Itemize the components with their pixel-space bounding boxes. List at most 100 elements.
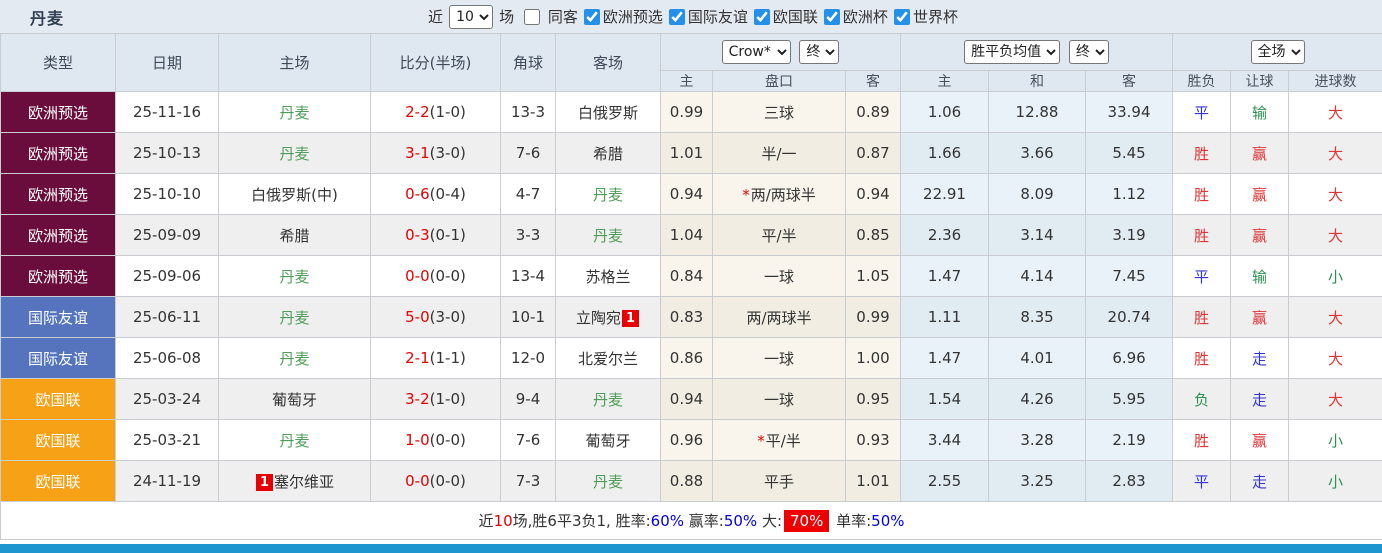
final-score: 3-2 xyxy=(405,390,430,408)
goals-cell: 大 xyxy=(1288,378,1382,420)
handicap-text: 平手 xyxy=(763,472,794,491)
away-team-cell: 苏格兰 xyxy=(555,255,661,297)
team-name: 北爱尔兰 xyxy=(577,349,638,368)
filter-checkbox[interactable] xyxy=(668,9,685,25)
odds-away-cell: 0.94 xyxy=(844,173,902,215)
handicap-result-cell: 输 xyxy=(1230,91,1290,133)
date-cell: 25-03-24 xyxy=(115,378,219,420)
filter-checkbox[interactable] xyxy=(583,9,600,25)
odds-away-cell: 1.05 xyxy=(844,255,902,297)
away-team-cell: 希腊 xyxy=(555,132,661,174)
filter-checkbox[interactable] xyxy=(893,9,910,25)
handicap-cell: 两/两球半 xyxy=(712,296,846,338)
team-name: 葡萄牙 xyxy=(271,390,317,409)
corner-cell: 13-4 xyxy=(500,255,556,297)
filter-checkbox[interactable] xyxy=(823,9,840,25)
odds-away-cell: 1.01 xyxy=(844,460,902,502)
home-team-cell: 丹麦 xyxy=(218,132,371,174)
handicap-text: 两/两球半 xyxy=(746,308,812,327)
half-score: (1-0) xyxy=(429,390,466,408)
filter-label: 世界杯 xyxy=(912,8,958,26)
handicap-cell: 一球 xyxy=(712,337,846,379)
avg-home-cell: 2.36 xyxy=(900,214,990,256)
same-venue-label: 同客 xyxy=(547,8,578,26)
sub-header-handicap: 盘口 xyxy=(712,70,846,92)
recent-label: 近 xyxy=(428,8,444,26)
result-cell: 平 xyxy=(1172,91,1232,133)
avg-time-select[interactable]: 终 xyxy=(1068,40,1109,64)
half-score: (0-0) xyxy=(429,267,466,285)
summary-segment: 70% xyxy=(784,510,830,532)
page-title: 丹麦 xyxy=(30,8,65,28)
filter-item-4[interactable]: 世界杯 xyxy=(888,8,958,26)
match-row: 欧国联 24-11-19 1 塞尔维亚 0-0(0-0) 7-3 丹麦 0.88 平手 1.01 2… xyxy=(0,460,1382,502)
type-cell: 国际友谊 xyxy=(0,337,116,379)
date-cell: 25-10-10 xyxy=(115,173,219,215)
filter-checkbox[interactable] xyxy=(753,9,770,25)
filter-item-2[interactable]: 欧国联 xyxy=(748,8,818,26)
odds-time-select[interactable]: 终 xyxy=(799,40,840,64)
competition-filters: 欧洲预选 国际友谊 欧国联 欧洲杯 世界杯 xyxy=(578,6,958,27)
away-team-cell: 白俄罗斯 xyxy=(555,91,661,133)
type-cell: 国际友谊 xyxy=(0,296,116,338)
type-cell: 欧洲预选 xyxy=(0,173,116,215)
score-cell: 0-3(0-1) xyxy=(370,214,501,256)
score-cell: 2-1(1-1) xyxy=(370,337,501,379)
handicap-result-cell: 走 xyxy=(1230,460,1290,502)
odds-away-cell: 0.93 xyxy=(844,419,902,461)
avg-draw-cell: 3.28 xyxy=(988,419,1087,461)
recent-count-select[interactable]: 10 xyxy=(449,4,494,29)
rank-badge: 1 xyxy=(255,473,274,491)
col-header-home: 主场 xyxy=(218,33,371,92)
avg-type-select[interactable]: 胜平负均值 xyxy=(964,40,1061,64)
handicap-text: 一球 xyxy=(763,267,794,286)
sub-header-odds-away: 客 xyxy=(844,70,902,92)
filter-item-0[interactable]: 欧洲预选 xyxy=(578,8,663,26)
avg-away-cell: 2.19 xyxy=(1085,419,1174,461)
team-name: 丹麦 xyxy=(279,308,310,327)
scope-select[interactable]: 全场 xyxy=(1250,40,1305,64)
handicap-text: 一球 xyxy=(763,349,794,368)
corner-cell: 12-0 xyxy=(500,337,556,379)
avg-draw-cell: 12.88 xyxy=(988,91,1087,133)
score-cell: 0-0(0-0) xyxy=(370,460,501,502)
goals-cell: 大 xyxy=(1288,296,1382,338)
home-team-cell: 丹麦 xyxy=(218,91,371,133)
score-cell: 0-0(0-0) xyxy=(370,255,501,297)
table-header: 类型 日期 主场 比分(半场) 角球 客场 Crow* 终 胜平负均值 终 全场… xyxy=(0,33,1382,92)
handicap-cell: 一球 xyxy=(712,255,846,297)
filter-label: 欧洲杯 xyxy=(842,8,888,26)
filter-item-3[interactable]: 欧洲杯 xyxy=(818,8,888,26)
same-venue-toggle[interactable]: 同客 xyxy=(518,6,578,27)
filter-item-1[interactable]: 国际友谊 xyxy=(663,8,748,26)
match-row: 欧国联 25-03-24 葡萄牙 3-2(1-0) 9-4 丹麦 0.94 一球 0.95 1.5… xyxy=(0,378,1382,420)
final-score: 5-0 xyxy=(405,308,430,326)
odds-home-cell: 0.96 xyxy=(660,419,713,461)
score-cell: 1-0(0-0) xyxy=(370,419,501,461)
home-team-cell: 希腊 xyxy=(218,214,371,256)
same-venue-checkbox[interactable] xyxy=(524,9,541,25)
summary-text: 近10场,胜6平3负1, 胜率:60% 赢率:50% 大: 70% 单率:50% xyxy=(0,501,1382,540)
half-score: (0-1) xyxy=(429,226,466,244)
half-score: (0-0) xyxy=(429,472,466,490)
handicap-result-cell: 赢 xyxy=(1230,419,1290,461)
odds-company-select[interactable]: Crow* xyxy=(721,40,791,64)
odds-away-cell: 0.85 xyxy=(844,214,902,256)
type-cell: 欧国联 xyxy=(0,460,116,502)
summary-segment: 50% xyxy=(723,512,758,530)
final-score: 0-6 xyxy=(405,185,430,203)
handicap-text: 半/一 xyxy=(761,144,797,163)
final-score: 2-2 xyxy=(405,103,430,121)
corner-cell: 10-1 xyxy=(500,296,556,338)
sub-header-avg-home: 主 xyxy=(900,70,990,92)
filter-controls: 近 10 场 同客 欧洲预选 国际友谊 欧国联 欧洲杯 世界杯 xyxy=(424,4,958,29)
handicap-cell: *两/两球半 xyxy=(712,173,846,215)
final-score: 2-1 xyxy=(405,349,430,367)
score-cell: 3-1(3-0) xyxy=(370,132,501,174)
avg-draw-cell: 3.25 xyxy=(988,460,1087,502)
final-score: 1-0 xyxy=(405,431,430,449)
result-cell: 胜 xyxy=(1172,132,1232,174)
sub-header-avg-away: 客 xyxy=(1085,70,1174,92)
handicap-result-cell: 赢 xyxy=(1230,296,1290,338)
type-cell: 欧洲预选 xyxy=(0,214,116,256)
